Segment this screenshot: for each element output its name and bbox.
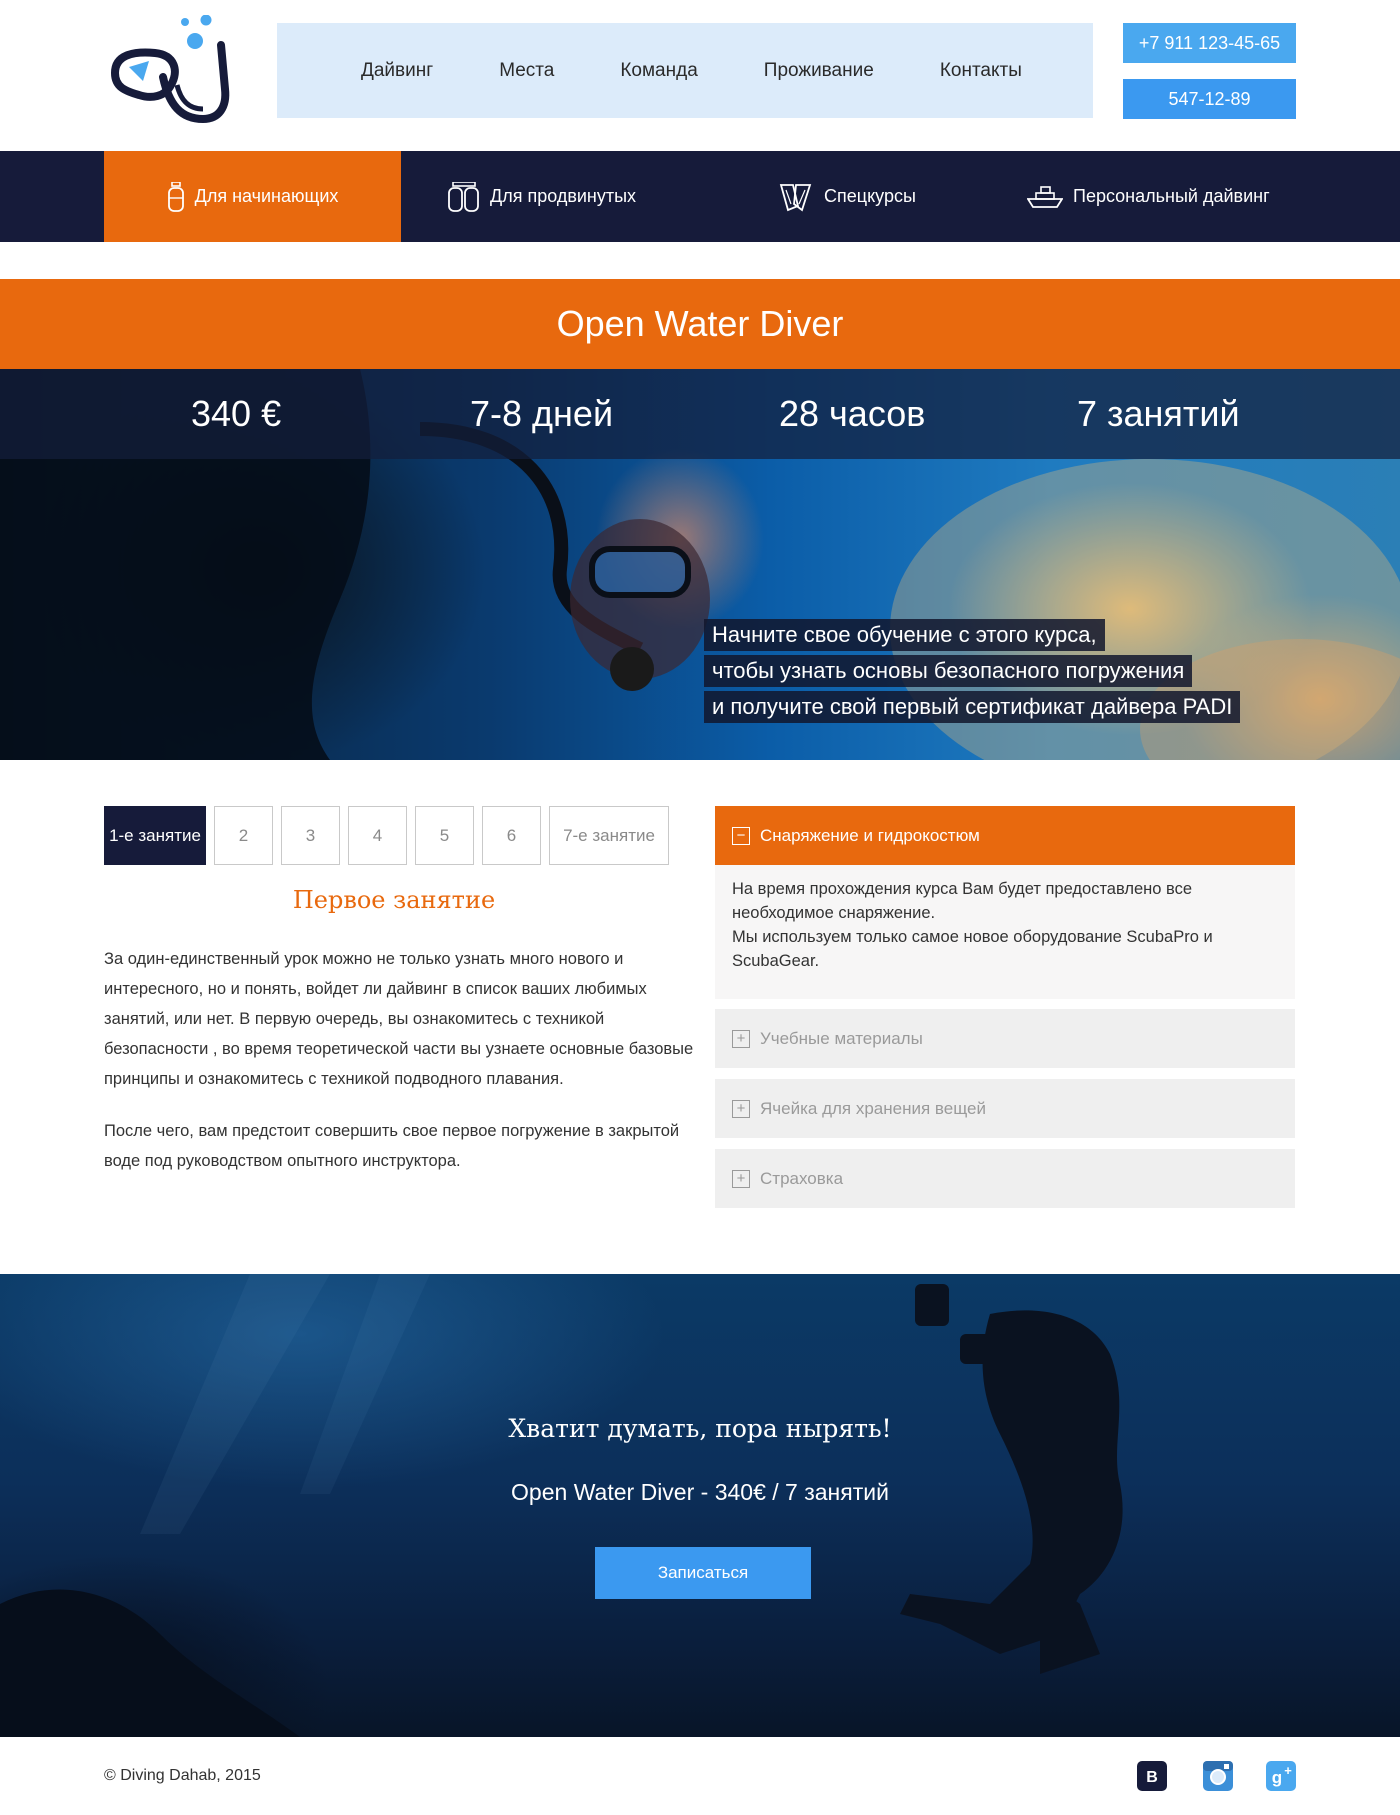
- lesson-tab-6[interactable]: 6: [482, 806, 541, 865]
- lesson-description: За один-единственный урок можно не тольк…: [104, 944, 694, 1198]
- accordion-text: На время прохождения курса Вам будет пре…: [732, 880, 1193, 922]
- lesson-tab-2[interactable]: 2: [214, 806, 273, 865]
- hero-line: чтобы узнать основы безопасного погружен…: [704, 655, 1193, 687]
- accordion-insurance[interactable]: + Страховка: [715, 1149, 1295, 1208]
- category-label: Для продвинутых: [490, 186, 637, 206]
- google-plus-icon[interactable]: g +: [1266, 1761, 1296, 1791]
- svg-text:В: В: [1146, 1769, 1158, 1786]
- nav-team[interactable]: Команда: [620, 60, 697, 82]
- lesson-paragraph: После чего, вам предстоит совершить свое…: [104, 1122, 680, 1170]
- svg-text:g: g: [1272, 1768, 1282, 1787]
- nav-places[interactable]: Места: [499, 60, 554, 82]
- site-header: Дайвинг Места Команда Проживание Контакт…: [0, 0, 1400, 151]
- phone-button-mobile[interactable]: +7 911 123-45-65: [1123, 23, 1296, 63]
- cta-subheading: Open Water Diver - 340€ / 7 занятий: [511, 1479, 889, 1505]
- plus-icon: +: [732, 1169, 750, 1188]
- hero-line: и получите свой первый сертификат дайвер…: [704, 691, 1241, 723]
- nav-accommodation[interactable]: Проживание: [764, 60, 874, 82]
- signup-banner: Хватит думать, пора нырять! Open Water D…: [0, 1274, 1400, 1737]
- stat-duration-days: 7-8 дней: [470, 393, 614, 434]
- accordion-equipment[interactable]: − Снаряжение и гидрокостюм: [715, 806, 1295, 865]
- category-label: Персональный дайвинг: [1073, 186, 1270, 206]
- accordion-text: Мы используем только самое новое оборудо…: [732, 928, 1213, 970]
- lesson-tab-1[interactable]: 1-е занятие: [104, 806, 206, 865]
- tank-icon: [167, 181, 184, 212]
- instagram-icon[interactable]: [1203, 1761, 1233, 1791]
- lesson-tab-7[interactable]: 7-е занятие: [549, 806, 669, 865]
- plus-icon: +: [732, 1029, 750, 1048]
- category-beginners[interactable]: Для начинающих: [104, 151, 401, 242]
- signup-button[interactable]: Записаться: [595, 1547, 811, 1599]
- stat-lessons: 7 занятий: [1077, 393, 1240, 434]
- accordion-storage-locker[interactable]: + Ячейка для хранения вещей: [715, 1079, 1295, 1138]
- stat-price: 340 €: [191, 393, 282, 434]
- accordion-title: Учебные материалы: [760, 1028, 923, 1048]
- nav-diving[interactable]: Дайвинг: [361, 60, 433, 82]
- course-includes-accordion: − Снаряжение и гидрокостюм На время прох…: [715, 806, 1295, 1219]
- accordion-equipment-body: На время прохождения курса Вам будет пре…: [715, 865, 1295, 999]
- copyright: © Diving Dahab, 2015: [104, 1767, 261, 1784]
- fins-icon: [779, 183, 812, 211]
- course-title: Open Water Diver: [0, 279, 1400, 369]
- svg-text:+: +: [1284, 1763, 1292, 1778]
- course-stats: 340 € 7-8 дней 28 часов 7 занятий: [0, 369, 1400, 459]
- lesson-title: Первое занятие: [292, 886, 496, 914]
- boat-icon: [1027, 185, 1063, 208]
- main-nav: Дайвинг Места Команда Проживание Контакт…: [277, 23, 1093, 118]
- lesson-tab-5[interactable]: 5: [415, 806, 474, 865]
- category-advanced[interactable]: Для продвинутых: [448, 151, 636, 242]
- plus-icon: +: [732, 1099, 750, 1118]
- nav-contacts[interactable]: Контакты: [940, 60, 1022, 82]
- category-personal-diving[interactable]: Персональный дайвинг: [1027, 151, 1270, 242]
- vk-icon[interactable]: В: [1137, 1761, 1167, 1791]
- category-special-courses[interactable]: Спецкурсы: [778, 151, 916, 242]
- accordion-title: Страховка: [760, 1168, 844, 1188]
- category-label: Для начинающих: [194, 186, 339, 206]
- hero-line: Начните свое обучение с этого курса,: [704, 619, 1105, 651]
- phone-button-local[interactable]: 547-12-89: [1123, 79, 1296, 119]
- accordion-title: Ячейка для хранения вещей: [760, 1098, 986, 1118]
- lesson-paragraph: За один-единственный урок можно не тольк…: [104, 950, 694, 1088]
- site-footer: © Diving Dahab, 2015 В g +: [0, 1737, 1400, 1815]
- accordion-title: Снаряжение и гидрокостюм: [760, 825, 980, 845]
- snorkel-mask-logo[interactable]: [103, 15, 231, 131]
- minus-icon: −: [732, 826, 750, 845]
- lesson-tabs: 1-е занятие 2 3 4 5 6 7-е занятие: [104, 806, 669, 865]
- accordion-study-materials[interactable]: + Учебные материалы: [715, 1009, 1295, 1068]
- hero-banner: 340 € 7-8 дней 28 часов 7 занятий Начнит…: [0, 369, 1400, 760]
- stat-hours: 28 часов: [779, 393, 926, 434]
- category-bar: Для начинающих Для продвинутых Спецкурсы…: [0, 151, 1400, 242]
- hero-caption: Начните свое обучение с этого курса, что…: [704, 619, 1241, 727]
- lesson-tab-4[interactable]: 4: [348, 806, 407, 865]
- cta-heading: Хватит думать, пора нырять!: [508, 1414, 892, 1443]
- twin-tank-icon: [448, 181, 479, 212]
- category-label: Спецкурсы: [824, 186, 916, 206]
- lesson-tab-3[interactable]: 3: [281, 806, 340, 865]
